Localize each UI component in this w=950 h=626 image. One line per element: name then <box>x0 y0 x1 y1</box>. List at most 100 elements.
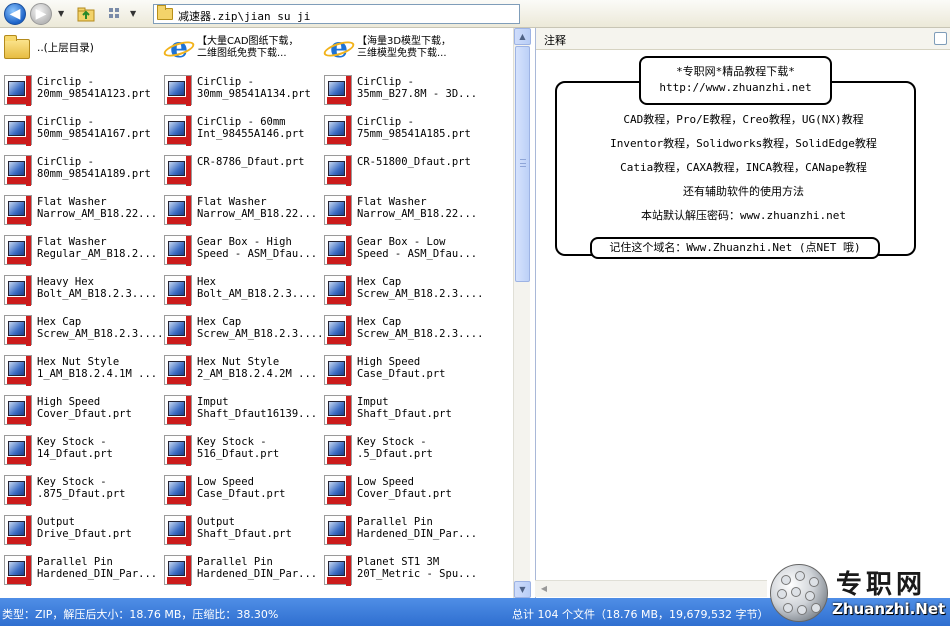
file-item[interactable]: Hex Cap Screw_AM_B18.2.3.... <box>320 310 483 350</box>
prt-file-icon <box>162 393 194 426</box>
prt-file-icon <box>322 113 354 146</box>
file-item[interactable]: CirClip - 50mm_98541A167.prt <box>0 110 160 150</box>
file-item[interactable]: Heavy Hex Bolt_AM_B18.2.3.... <box>0 270 160 310</box>
ie-icon: e <box>161 33 197 65</box>
prt-file-icon <box>162 473 194 506</box>
prt-file-icon <box>162 513 194 546</box>
file-item[interactable]: Parallel Pin Hardened_DIN_Par... <box>160 550 320 590</box>
scroll-left-button[interactable]: ◀ <box>536 581 552 597</box>
file-item[interactable]: Gear Box - High Speed - ASM_Dfau... <box>160 230 320 270</box>
file-item[interactable]: Imput Shaft_Dfaut16139... <box>160 390 320 430</box>
folder-icon <box>157 5 173 20</box>
file-name: CR-51800_Dfaut.prt <box>357 156 471 168</box>
file-name: Gear Box - High Speed - ASM_Dfau... <box>197 236 318 260</box>
file-item[interactable]: CirClip - 30mm_98541A134.prt <box>160 70 320 110</box>
file-item[interactable]: Key Stock - .875_Dfaut.prt <box>0 470 160 510</box>
comment-horizontal-scrollbar[interactable]: ◀ <box>535 580 767 597</box>
comment-pane: 注释 *专职网*精品教程下载* http://www.zhuanzhi.net … <box>535 28 950 598</box>
file-item[interactable]: Gear Box - Low Speed - ASM_Dfau... <box>320 230 480 270</box>
file-item[interactable]: High Speed Case_Dfaut.prt <box>320 350 480 390</box>
prt-file-icon <box>2 273 34 306</box>
view-dropdown-icon[interactable]: ▼ <box>130 9 136 18</box>
parent-folder-item[interactable]: ..(上层目录) <box>0 30 160 70</box>
prt-file-icon <box>2 553 34 586</box>
file-item[interactable]: High Speed Cover_Dfaut.prt <box>0 390 160 430</box>
file-item[interactable]: Hex Bolt_AM_B18.2.3.... <box>160 270 320 310</box>
scroll-down-button[interactable]: ▼ <box>514 581 531 598</box>
file-item[interactable]: Imput Shaft_Dfaut.prt <box>320 390 480 430</box>
file-item[interactable]: Output Shaft_Dfaut.prt <box>160 510 320 550</box>
prt-file-icon <box>162 353 194 386</box>
prt-file-icon <box>2 113 34 146</box>
file-item[interactable]: Parallel Pin Hardened_DIN_Par... <box>320 510 480 550</box>
file-name: Heavy Hex Bolt_AM_B18.2.3.... <box>37 276 158 300</box>
file-item[interactable]: CirClip - 80mm_98541A189.prt <box>0 150 160 190</box>
file-list: ..(上层目录) e 【大量CAD图纸下载， 二维图纸免费下载... e 【海量3D模型… <box>0 28 513 598</box>
file-item[interactable]: Hex Nut Style 1_AM_B18.2.4.1M ... <box>0 350 160 390</box>
comment-line: CAD教程，Pro/E教程，Creo教程，UG(NX)教程 <box>623 113 864 126</box>
file-item[interactable]: Parallel Pin Hardened_DIN_Par... <box>0 550 160 590</box>
scroll-up-button[interactable]: ▲ <box>514 28 531 45</box>
prt-file-icon <box>162 313 194 346</box>
toolbar: ◀ ▶ ▼ ▼ 减速器.zip\jian su ji <box>0 0 950 28</box>
file-item[interactable]: Hex Cap Screw_AM_B18.2.3.... <box>320 270 484 310</box>
file-item[interactable]: Flat Washer Narrow_AM_B18.22... <box>160 190 320 230</box>
prt-file-icon <box>162 233 194 266</box>
file-item[interactable]: Low Speed Cover_Dfaut.prt <box>320 470 480 510</box>
file-name: Hex Cap Screw_AM_B18.2.3.... <box>357 276 484 300</box>
file-name: Imput Shaft_Dfaut.prt <box>357 396 452 420</box>
link-item[interactable]: e 【海量3D模型下载， 三维模型免费下载... <box>320 30 480 70</box>
file-item[interactable]: Low Speed Case_Dfaut.prt <box>160 470 320 510</box>
prt-file-icon <box>322 193 354 226</box>
file-item[interactable]: CirClip - 60mm Int_98455A146.prt <box>160 110 320 150</box>
prt-file-icon <box>2 473 34 506</box>
file-name: CirClip - 35mm_B27.8M - 3D... <box>357 76 478 100</box>
comment-banner: *专职网*精品教程下载* http://www.zhuanzhi.net <box>639 56 832 105</box>
remember-domain-box: 记住这个域名：Www.Zhuanzhi.Net (点NET 哦) <box>590 237 880 259</box>
file-name: Key Stock - .5_Dfaut.prt <box>357 436 433 460</box>
file-item[interactable]: CR-51800_Dfaut.prt <box>320 150 480 190</box>
prt-file-icon <box>322 553 354 586</box>
file-item[interactable]: Flat Washer Narrow_AM_B18.22... <box>320 190 480 230</box>
forward-button[interactable]: ▶ <box>30 3 52 25</box>
file-item[interactable]: CirClip - 75mm_98541A185.prt <box>320 110 480 150</box>
file-item[interactable]: Output Drive_Dfaut.prt <box>0 510 160 550</box>
file-item[interactable]: Planet ST1 3M 20T_Metric - Spu... <box>320 550 480 590</box>
banner-url: http://www.zhuanzhi.net <box>659 81 812 94</box>
view-mode-icon[interactable] <box>106 4 126 24</box>
file-item[interactable]: CR-8786_Dfaut.prt <box>160 150 320 190</box>
file-name: Output Shaft_Dfaut.prt <box>197 516 292 540</box>
up-folder-icon[interactable] <box>76 4 96 24</box>
file-name: Parallel Pin Hardened_DIN_Par... <box>197 556 318 580</box>
prt-file-icon <box>2 393 34 426</box>
prt-file-icon <box>322 313 354 346</box>
history-dropdown-icon[interactable]: ▼ <box>58 9 64 18</box>
file-name: CirClip - 80mm_98541A189.prt <box>37 156 151 180</box>
file-item[interactable]: Circlip - 20mm_98541A123.prt <box>0 70 160 110</box>
file-name: Parallel Pin Hardened_DIN_Par... <box>37 556 158 580</box>
prt-file-icon <box>322 393 354 426</box>
file-item[interactable]: Hex Cap Screw_AM_B18.2.3.... <box>0 310 164 350</box>
prt-file-icon <box>322 353 354 386</box>
prt-file-icon <box>322 73 354 106</box>
file-name: Imput Shaft_Dfaut16139... <box>197 396 318 420</box>
file-list-scrollbar[interactable]: ▲ ▼ <box>513 28 531 598</box>
file-item[interactable]: Hex Cap Screw_AM_B18.2.3.... <box>160 310 323 350</box>
file-name: Low Speed Case_Dfaut.prt <box>197 476 286 500</box>
address-bar[interactable]: 减速器.zip\jian su ji <box>153 4 520 24</box>
file-item[interactable]: Key Stock - 14_Dfaut.prt <box>0 430 160 470</box>
file-name: Key Stock - 14_Dfaut.prt <box>37 436 113 460</box>
link-item[interactable]: e 【大量CAD图纸下载， 二维图纸免费下载... <box>160 30 320 70</box>
file-item[interactable]: Flat Washer Narrow_AM_B18.22... <box>0 190 160 230</box>
back-button[interactable]: ◀ <box>4 3 26 25</box>
file-name: Hex Cap Screw_AM_B18.2.3.... <box>37 316 164 340</box>
prt-file-icon <box>2 313 34 346</box>
scroll-thumb[interactable] <box>515 46 530 282</box>
file-item[interactable]: Flat Washer Regular_AM_B18.2... <box>0 230 160 270</box>
file-item[interactable]: Hex Nut Style 2_AM_B18.2.4.2M ... <box>160 350 320 390</box>
file-name: Gear Box - Low Speed - ASM_Dfau... <box>357 236 478 260</box>
file-item[interactable]: Key Stock - .5_Dfaut.prt <box>320 430 480 470</box>
file-item[interactable]: Key Stock - 516_Dfaut.prt <box>160 430 320 470</box>
file-item[interactable]: CirClip - 35mm_B27.8M - 3D... <box>320 70 480 110</box>
comment-toggle-checkbox[interactable] <box>934 32 947 45</box>
